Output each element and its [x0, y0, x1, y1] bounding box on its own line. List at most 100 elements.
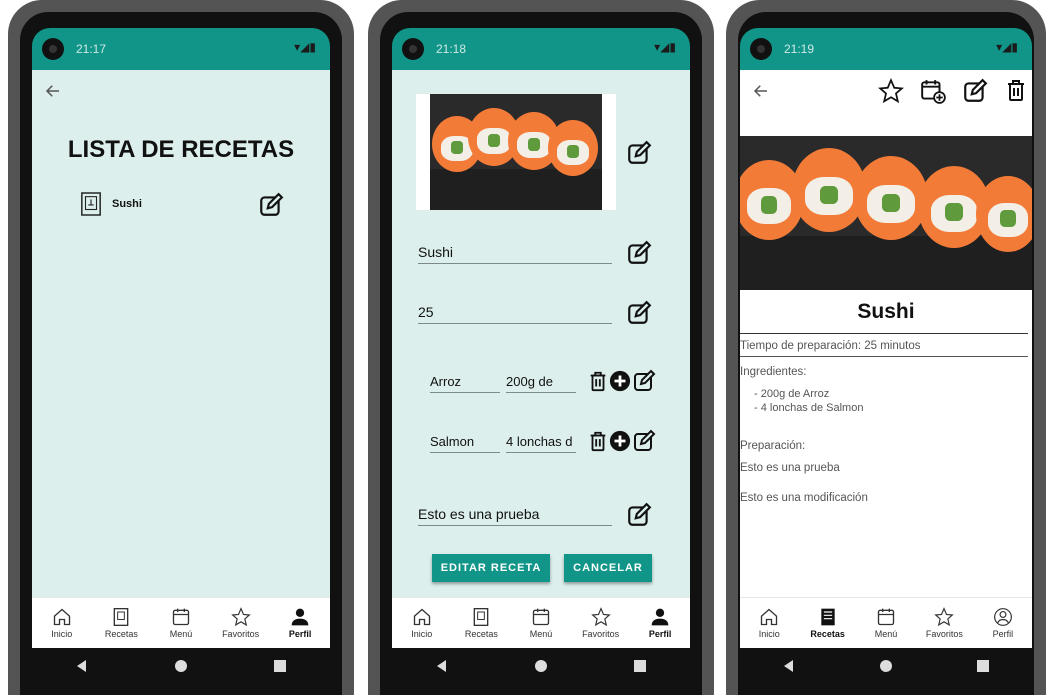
- status-time: 21:18: [436, 42, 467, 56]
- content-area: LISTA DE RECETAS Sushi: [32, 70, 330, 598]
- status-time: 21:17: [76, 42, 107, 56]
- nav-inicio[interactable]: Inicio: [32, 598, 92, 648]
- nav-label: Perfil: [648, 629, 672, 639]
- nav-label: Recetas: [464, 629, 498, 639]
- nav-label: Recetas: [104, 629, 138, 639]
- ingredients-label: Ingredientes:: [740, 366, 807, 378]
- nav-perfil[interactable]: Perfil: [630, 598, 690, 648]
- nav-recetas[interactable]: Recetas: [92, 598, 152, 648]
- content-area: Sushi Tiempo de preparación: 25 minutos …: [740, 70, 1032, 598]
- edit-recipe-button[interactable]: EDITAR RECETA: [432, 554, 550, 582]
- nav-label: Menú: [529, 629, 553, 639]
- edit-name-icon[interactable]: [626, 240, 652, 266]
- preparation-line: Esto es una modificación: [740, 492, 868, 504]
- camera-icon: [750, 38, 772, 60]
- edit-recipe-icon[interactable]: [962, 78, 988, 104]
- home-icon: [761, 608, 778, 626]
- edit-preparation-icon[interactable]: [626, 502, 652, 528]
- ingredient-name-field[interactable]: Arroz: [430, 374, 500, 393]
- ingredient-name-field[interactable]: Salmon: [430, 434, 500, 453]
- add-circle-icon[interactable]: [609, 430, 631, 452]
- edit-ingredient-icon[interactable]: [632, 429, 656, 453]
- trash-icon[interactable]: [587, 430, 609, 452]
- nav-inicio[interactable]: Inicio: [740, 598, 798, 648]
- nav-recetas[interactable]: Recetas: [798, 598, 856, 648]
- system-navigation: [32, 648, 330, 684]
- title-divider: [740, 333, 1028, 334]
- back-triangle-icon[interactable]: [782, 659, 796, 673]
- signal-battery-icon: ▾◢▮: [996, 40, 1018, 54]
- back-triangle-icon[interactable]: [435, 659, 449, 673]
- prep-time-field[interactable]: 25: [418, 304, 612, 324]
- edit-ingredient-icon[interactable]: [632, 369, 656, 393]
- edit-recipe-icon[interactable]: [258, 192, 284, 218]
- nav-label: Recetas: [810, 629, 845, 639]
- recents-square-icon[interactable]: [273, 659, 287, 673]
- star-icon: [934, 607, 955, 627]
- signal-battery-icon: ▾◢▮: [294, 40, 316, 54]
- preparation-field[interactable]: Esto es una prueba: [418, 506, 612, 526]
- nav-favoritos[interactable]: Favoritos: [915, 598, 973, 648]
- status-time: 21:19: [784, 42, 815, 56]
- person-circle-icon: [993, 608, 1012, 626]
- nav-label: Favoritos: [222, 629, 260, 639]
- preparation-label: Preparación:: [740, 440, 806, 452]
- open-book-icon: [820, 608, 835, 626]
- content-area: Sushi 25 Arroz 200g de Salmon 4 lonchas …: [392, 70, 690, 598]
- recipe-name: Sushi: [112, 198, 142, 210]
- camera-icon: [42, 38, 64, 60]
- status-bar: 21:17 ▾◢▮: [32, 28, 330, 70]
- favorite-star-icon[interactable]: [878, 77, 904, 104]
- recents-square-icon[interactable]: [633, 659, 647, 673]
- ingredient-quantity-field[interactable]: 4 lonchas d: [506, 434, 576, 453]
- nav-recetas[interactable]: Recetas: [452, 598, 512, 648]
- recipe-book-icon: [80, 192, 102, 216]
- camera-icon: [402, 38, 424, 60]
- bottom-navigation: Inicio Recetas Menú Favoritos Perfil: [32, 597, 330, 648]
- nav-menu[interactable]: Menú: [857, 598, 915, 648]
- delete-trash-icon[interactable]: [1004, 78, 1028, 102]
- nav-label: Inicio: [51, 629, 73, 639]
- status-bar: 21:18 ▾◢▮: [392, 28, 690, 70]
- recipe-name-field[interactable]: Sushi: [418, 244, 612, 264]
- ingredient-line: - 200g de Arroz: [754, 388, 830, 400]
- bottom-navigation: Inicio Recetas Menú Favoritos Perfil: [740, 597, 1032, 648]
- recipe-photo: [740, 136, 1032, 290]
- recipe-photo: [430, 94, 602, 210]
- screen-recipe-detail: 21:19 ▾◢▮ Sushi Tiempo de preparación: 2…: [740, 28, 1032, 648]
- phone-3: 21:19 ▾◢▮ Sushi Tiempo de preparación: 2…: [726, 0, 1046, 695]
- person-icon: [651, 608, 669, 626]
- home-icon: [413, 608, 430, 626]
- recipe-title: Sushi: [857, 300, 915, 323]
- back-arrow-icon[interactable]: [752, 82, 770, 100]
- back-triangle-icon[interactable]: [75, 659, 89, 673]
- signal-battery-icon: ▾◢▮: [654, 40, 676, 54]
- nav-menu[interactable]: Menú: [511, 598, 571, 648]
- recipe-book-icon: [474, 608, 489, 626]
- back-arrow-icon[interactable]: [44, 82, 62, 100]
- nav-favoritos[interactable]: Favoritos: [571, 598, 631, 648]
- nav-label: Inicio: [758, 629, 780, 639]
- recents-square-icon[interactable]: [976, 659, 990, 673]
- add-to-calendar-icon[interactable]: [920, 78, 946, 104]
- star-icon: [230, 607, 251, 627]
- system-navigation: [392, 648, 690, 684]
- home-circle-icon[interactable]: [879, 659, 893, 673]
- ingredient-quantity-field[interactable]: 200g de: [506, 374, 576, 393]
- trash-icon[interactable]: [587, 370, 609, 392]
- home-icon: [53, 608, 70, 626]
- nav-perfil[interactable]: Perfil: [270, 598, 330, 648]
- edit-time-icon[interactable]: [626, 300, 652, 326]
- nav-menu[interactable]: Menú: [151, 598, 211, 648]
- nav-perfil[interactable]: Perfil: [974, 598, 1032, 648]
- cancel-button[interactable]: CANCELAR: [564, 554, 652, 582]
- nav-favoritos[interactable]: Favoritos: [211, 598, 271, 648]
- add-circle-icon[interactable]: [609, 370, 631, 392]
- preparation-line: Esto es una prueba: [740, 462, 840, 474]
- home-circle-icon[interactable]: [174, 659, 188, 673]
- edit-image-icon[interactable]: [626, 140, 652, 166]
- screen-recipe-list: 21:17 ▾◢▮ LISTA DE RECETAS Sushi Inicio: [32, 28, 330, 648]
- home-circle-icon[interactable]: [534, 659, 548, 673]
- person-icon: [291, 608, 309, 626]
- nav-inicio[interactable]: Inicio: [392, 598, 452, 648]
